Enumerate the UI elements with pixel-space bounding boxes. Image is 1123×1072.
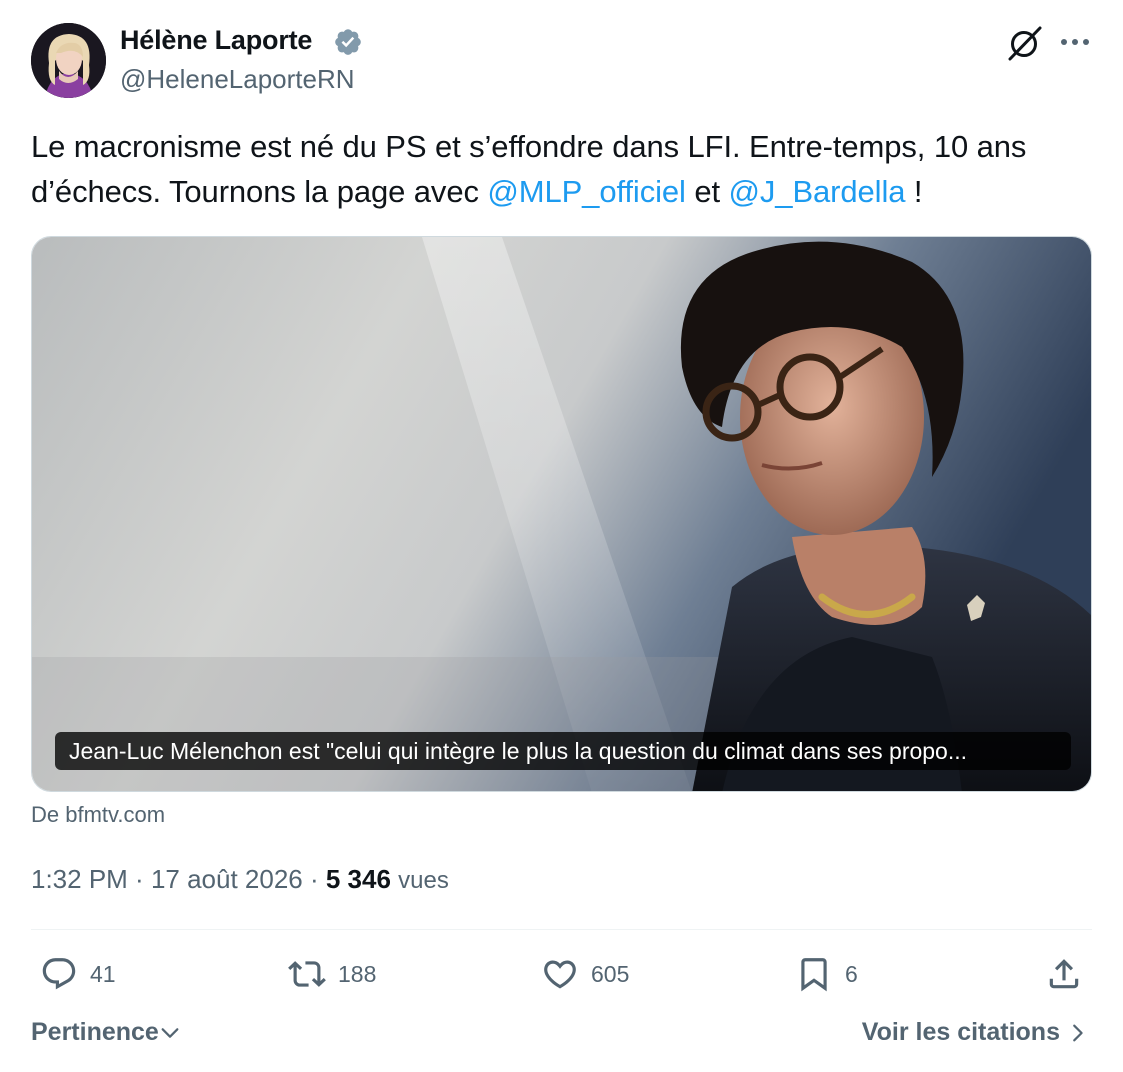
like-icon [544, 960, 576, 989]
like-button[interactable]: 605 [541, 954, 629, 994]
preview-caption: Jean-Luc Mélenchon est "celui qui intègr… [55, 732, 1071, 770]
share-icon [1049, 959, 1079, 989]
bookmark-button[interactable]: 6 [795, 954, 858, 994]
like-count: 605 [591, 960, 630, 987]
bookmark-icon [801, 958, 827, 992]
tweet-meta: 1:32 PM · 17 août 2026 · 5 346 vues [31, 864, 449, 895]
tweet-date[interactable]: 17 août 2026 [151, 864, 303, 894]
author-avatar[interactable] [31, 23, 106, 98]
reply-count: 41 [90, 960, 116, 987]
tweet-text-segment: et [685, 174, 729, 209]
preview-source[interactable]: De bfmtv.com [31, 802, 165, 828]
chevron-down-icon [161, 1027, 179, 1038]
verified-badge-icon[interactable] [333, 27, 363, 57]
views-label: vues [398, 867, 449, 894]
meta-separator: · [127, 864, 151, 894]
sort-dropdown[interactable]: Pertinence [31, 1018, 181, 1047]
mention-link-mlp[interactable]: @MLP_officiel [487, 174, 686, 209]
preview-image [32, 237, 1091, 791]
author-handle[interactable]: @HeleneLaporteRN [120, 64, 355, 95]
repost-count: 188 [338, 960, 377, 987]
repost-button[interactable]: 188 [288, 954, 376, 994]
grok-icon[interactable] [1006, 24, 1044, 62]
divider [31, 929, 1092, 930]
reply-button[interactable]: 41 [40, 954, 116, 994]
view-quotes-link[interactable]: Voir les citations [862, 1018, 1088, 1047]
meta-separator: · [302, 864, 326, 894]
mention-link-bardella[interactable]: @J_Bardella [729, 174, 906, 209]
chevron-right-icon [1073, 1024, 1083, 1041]
more-icon[interactable] [1058, 30, 1092, 54]
tweet: Hélène Laporte @HeleneLaporteRN Le macro… [0, 0, 1123, 1072]
tweet-text-segment: ! [905, 174, 923, 209]
tweet-text: Le macronisme est né du PS et s’effondre… [31, 124, 1101, 214]
share-button[interactable] [1045, 954, 1083, 994]
sort-label: Pertinence [31, 1018, 159, 1046]
link-preview-card[interactable]: Jean-Luc Mélenchon est "celui qui intègr… [31, 236, 1092, 792]
reply-icon [42, 958, 76, 990]
views-count: 5 346 [325, 864, 391, 894]
tweet-time[interactable]: 1:32 PM [31, 864, 128, 894]
view-quotes-label: Voir les citations [861, 1018, 1060, 1046]
repost-icon [288, 961, 326, 987]
author-name[interactable]: Hélène Laporte [120, 25, 312, 56]
bookmark-count: 6 [845, 960, 858, 987]
